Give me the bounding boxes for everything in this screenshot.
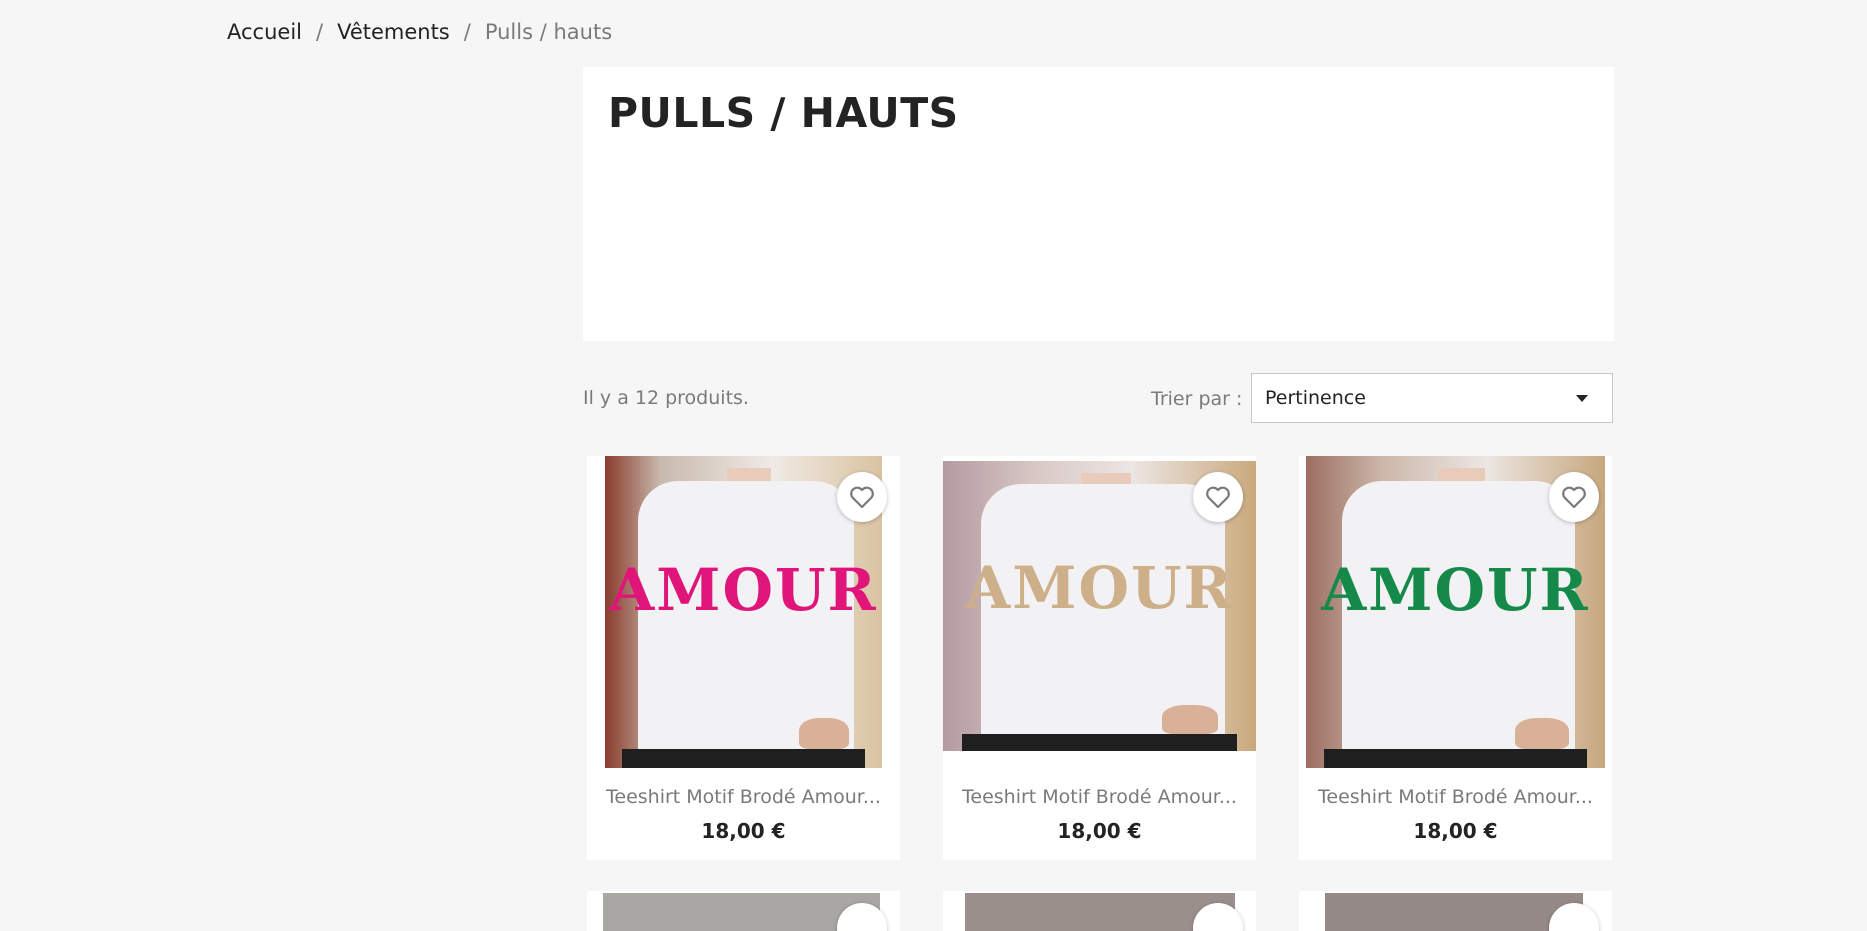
product-card[interactable] [943,891,1256,931]
product-image[interactable] [1325,893,1583,931]
wishlist-button[interactable] [1193,472,1243,522]
breadcrumb-home-link[interactable]: Accueil [227,20,302,44]
product-card[interactable] [1299,891,1612,931]
product-card[interactable]: AMOUR Teeshirt Motif Brodé Amour... 18,0… [1299,456,1612,860]
wishlist-button[interactable] [837,472,887,522]
heart-icon [850,486,874,509]
sort-selected-value: Pertinence [1265,387,1366,409]
page-title: PULLS / HAUTS [608,89,959,137]
heart-icon [1206,486,1230,509]
product-price: 18,00 € [1413,819,1498,843]
breadcrumb-current: Pulls / hauts [484,20,613,44]
heart-icon [1562,486,1586,509]
product-card[interactable]: AMOUR Teeshirt Motif Brodé Amour... 18,0… [943,456,1256,860]
product-price: 18,00 € [701,819,786,843]
sort-dropdown[interactable]: Pertinence [1251,373,1613,423]
product-card[interactable] [587,891,900,931]
breadcrumb-separator: / [463,20,471,44]
product-title[interactable]: Teeshirt Motif Brodé Amour... [1299,786,1612,808]
sort-label: Trier par : [1151,388,1243,410]
breadcrumb-separator: / [316,20,324,44]
breadcrumb-clothing-link[interactable]: Vêtements [337,20,450,44]
product-card[interactable]: AMOUR Teeshirt Motif Brodé Amour... 18,0… [587,456,900,860]
product-title[interactable]: Teeshirt Motif Brodé Amour... [587,786,900,808]
product-price: 18,00 € [1057,819,1142,843]
product-count: Il y a 12 produits. [583,387,749,409]
embroidery-text: AMOUR [965,553,1234,622]
embroidery-text: AMOUR [609,555,878,624]
product-title[interactable]: Teeshirt Motif Brodé Amour... [943,786,1256,808]
breadcrumb: Accueil / Vêtements / Pulls / hauts [227,20,612,44]
category-header: PULLS / HAUTS [583,67,1614,341]
embroidery-text: AMOUR [1321,555,1590,624]
wishlist-button[interactable] [1549,472,1599,522]
caret-down-icon [1576,395,1588,402]
